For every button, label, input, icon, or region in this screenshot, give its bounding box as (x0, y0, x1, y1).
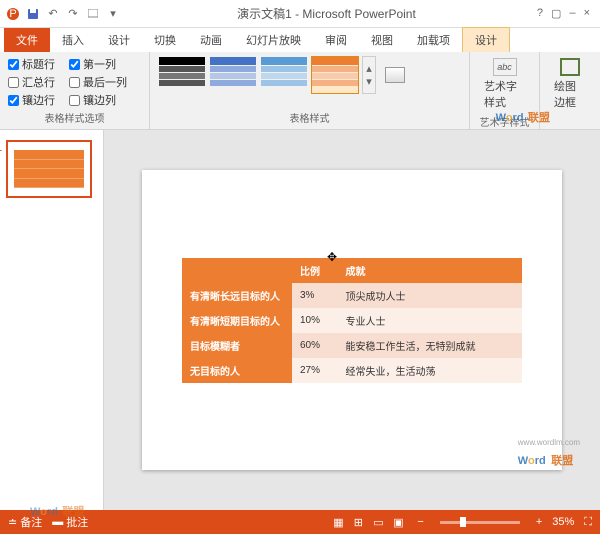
row3-result[interactable]: 能安稳工作生活，无特别成就 (338, 333, 523, 358)
notes-button[interactable]: ≐备注 (8, 514, 42, 530)
chk-banded-col[interactable]: 镶边列 (69, 92, 127, 108)
slide-thumbnail-1[interactable]: 1 (6, 140, 92, 198)
table-style-2[interactable] (209, 56, 257, 94)
tab-slideshow[interactable]: 幻灯片放映 (234, 28, 313, 52)
tab-addins[interactable]: 加载项 (405, 28, 462, 52)
status-bar: ≐备注 ▬批注 ▦ ⊞ ▭ ▣ − + 35% ⛶ (0, 510, 600, 534)
outline-button[interactable]: 绘图边框 (548, 56, 592, 112)
redo-icon[interactable]: ↷ (64, 5, 82, 23)
slide-editor[interactable]: ✥ 比例 成就 有清晰长远目标的人3%顶尖成功人士 有清晰短期目标的人10%专业… (104, 130, 600, 510)
tab-review[interactable]: 审阅 (313, 28, 359, 52)
row4-label[interactable]: 无目标的人 (182, 358, 292, 383)
chk-banded-row[interactable]: 镶边行 (8, 92, 55, 108)
row4-pct[interactable]: 27% (292, 358, 338, 383)
row2-label[interactable]: 有清晰短期目标的人 (182, 308, 292, 333)
minimize-button[interactable]: – (569, 7, 575, 20)
tab-file[interactable]: 文件 (4, 28, 50, 52)
row1-label[interactable]: 有清晰长远目标的人 (182, 283, 292, 308)
zoom-in-button[interactable]: + (536, 516, 542, 528)
tab-insert[interactable]: 插入 (50, 28, 96, 52)
tab-view[interactable]: 视图 (359, 28, 405, 52)
row1-result[interactable]: 顶尖成功人士 (338, 283, 523, 308)
start-icon[interactable] (84, 5, 102, 23)
chk-total-row[interactable]: 汇总行 (8, 74, 55, 90)
chk-header-row[interactable]: 标题行 (8, 56, 55, 72)
th-result[interactable]: 成就 (338, 258, 523, 283)
row3-pct[interactable]: 60% (292, 333, 338, 358)
zoom-slider[interactable] (440, 521, 520, 524)
comments-button[interactable]: ▬批注 (52, 514, 88, 530)
zoom-level[interactable]: 35% (552, 516, 574, 528)
undo-icon[interactable]: ↶ (44, 5, 62, 23)
wordart-label: 艺术字样式 (484, 78, 525, 110)
zoom-out-button[interactable]: − (417, 516, 423, 528)
pen-icon (560, 58, 580, 76)
row1-pct[interactable]: 3% (292, 283, 338, 308)
shading-button[interactable] (379, 65, 411, 85)
row2-result[interactable]: 专业人士 (338, 308, 523, 333)
fit-button[interactable]: ⛶ (584, 516, 592, 529)
window-title: 演示文稿1 - Microsoft PowerPoint (126, 5, 527, 22)
gallery-more-button[interactable]: ▴▾ (362, 56, 376, 94)
move-cursor-icon: ✥ (327, 250, 337, 264)
close-button[interactable]: × (584, 7, 590, 20)
shading-icon (385, 67, 405, 83)
group-table-styles: 表格样式 (158, 108, 461, 125)
tab-animation[interactable]: 动画 (188, 28, 234, 52)
th-blank[interactable] (182, 258, 292, 283)
wordart-button[interactable]: abc 艺术字样式 (478, 56, 531, 112)
thumbnail-pane[interactable]: 1 (0, 130, 104, 510)
row4-result[interactable]: 经常失业，生活动荡 (338, 358, 523, 383)
slideshow-view-icon[interactable]: ▣ (389, 514, 407, 530)
group-wordart: 艺术字样式 (478, 112, 531, 129)
svg-text:P: P (9, 8, 16, 20)
ribbon-options-button[interactable]: ▢ (551, 7, 561, 20)
app-icon: P (4, 5, 22, 23)
chk-first-col[interactable]: 第一列 (69, 56, 127, 72)
wordart-icon: abc (493, 58, 517, 76)
thumb-preview (14, 150, 84, 188)
tab-table-design[interactable]: 设计 (462, 27, 510, 52)
table-style-1[interactable] (158, 56, 206, 94)
outline-label: 绘图边框 (554, 78, 586, 110)
row3-label[interactable]: 目标模糊者 (182, 333, 292, 358)
row2-pct[interactable]: 10% (292, 308, 338, 333)
save-icon[interactable] (24, 5, 42, 23)
qat-more-icon[interactable]: ▾ (104, 5, 122, 23)
table-style-4-selected[interactable] (311, 56, 359, 94)
slide-table[interactable]: 比例 成就 有清晰长远目标的人3%顶尖成功人士 有清晰短期目标的人10%专业人士… (182, 258, 522, 383)
chk-last-col[interactable]: 最后一列 (69, 74, 127, 90)
reading-view-icon[interactable]: ▭ (369, 514, 387, 530)
sorter-view-icon[interactable]: ⊞ (349, 514, 367, 530)
tab-design[interactable]: 设计 (96, 28, 142, 52)
group-table-options: 表格样式选项 (8, 108, 141, 125)
tab-transition[interactable]: 切换 (142, 28, 188, 52)
slide-canvas[interactable]: ✥ 比例 成就 有清晰长远目标的人3%顶尖成功人士 有清晰短期目标的人10%专业… (142, 170, 562, 470)
normal-view-icon[interactable]: ▦ (329, 514, 347, 530)
thumb-number: 1 (0, 142, 2, 154)
help-button[interactable]: ? (537, 7, 543, 20)
table-style-3[interactable] (260, 56, 308, 94)
